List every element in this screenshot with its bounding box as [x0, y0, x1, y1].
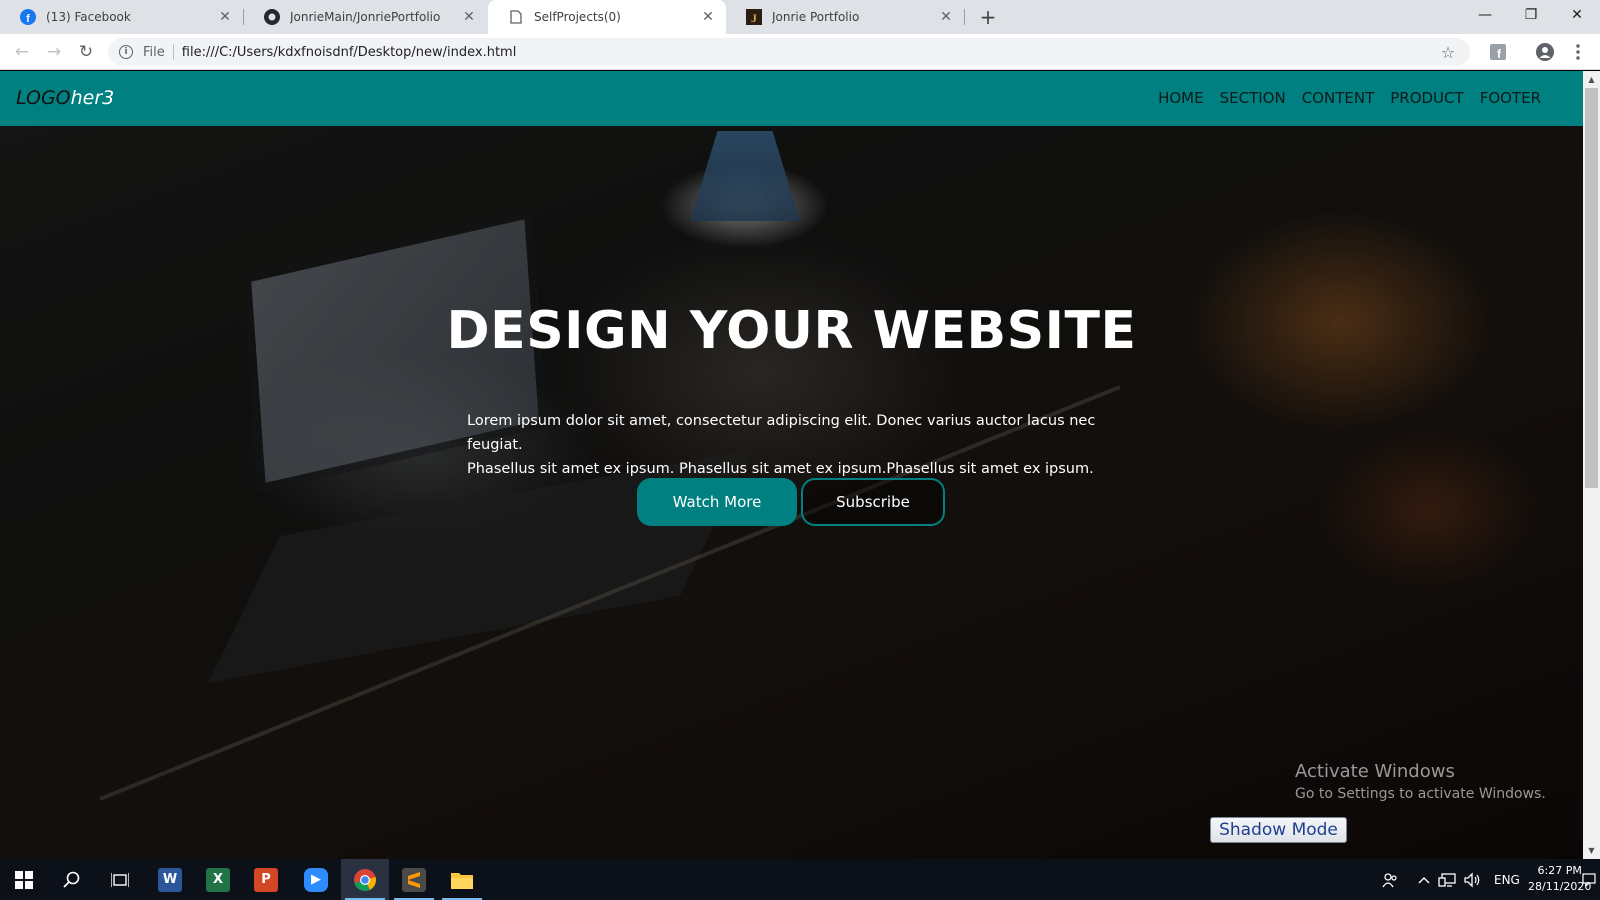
svg-text:f: f [26, 13, 30, 25]
powerpoint-icon[interactable]: P [242, 859, 290, 900]
tab-title: (13) Facebook [46, 10, 131, 24]
tab-title: SelfProjects(0) [534, 10, 621, 24]
hero-description-line: Phasellus sit amet ex ipsum. Phasellus s… [467, 461, 1094, 477]
logo-text-b: her3 [70, 87, 115, 109]
scheme-label: File [143, 44, 165, 60]
nav-home[interactable]: HOME [1158, 89, 1204, 107]
address-bar[interactable]: i File file:///C:/Users/kdxfnoisdnf/Desk… [108, 38, 1470, 66]
back-button[interactable]: ← [10, 40, 34, 64]
nav-product[interactable]: PRODUCT [1390, 89, 1463, 107]
scroll-up-arrow-icon[interactable]: ▲ [1583, 71, 1600, 88]
reload-button[interactable]: ↻ [74, 40, 98, 64]
tab-title: Jonrie Portfolio [772, 10, 860, 24]
activate-title: Activate Windows [1295, 761, 1455, 782]
hero-title: DESIGN YOUR WEBSITE [446, 301, 1137, 361]
minimize-button[interactable]: — [1462, 0, 1508, 30]
sublime-icon[interactable] [390, 859, 438, 900]
people-icon[interactable] [1382, 859, 1398, 900]
task-view-icon[interactable] [96, 859, 144, 900]
site-logo[interactable]: LOGOher3 [16, 87, 114, 109]
facebook-icon: f [20, 9, 36, 25]
volume-icon[interactable] [1464, 859, 1482, 900]
profile-icon[interactable] [1534, 41, 1556, 63]
start-icon[interactable] [0, 859, 48, 900]
tab-divider [964, 9, 965, 25]
tab-github[interactable]: JonrieMain/JonriePortfolio ✕ [244, 0, 487, 34]
scroll-down-arrow-icon[interactable]: ▼ [1583, 842, 1600, 859]
nav-section[interactable]: SECTION [1220, 89, 1286, 107]
page-viewport: LOGOher3 HOME SECTION CONTENT PRODUCT FO… [0, 71, 1583, 859]
tab-selfprojects[interactable]: SelfProjects(0) ✕ [488, 0, 726, 34]
portfolio-icon: J [746, 9, 762, 25]
tab-jonrie-portfolio[interactable]: J Jonrie Portfolio ✕ [726, 0, 964, 34]
hero-description-line: Lorem ipsum dolor sit amet, consectetur … [467, 413, 1096, 453]
extension-icon[interactable]: f [1487, 41, 1509, 63]
browser-toolbar: ← → ↻ i File file:///C:/Users/kdxfnoisdn… [0, 34, 1600, 70]
close-icon[interactable]: ✕ [700, 9, 716, 25]
omnibox-divider [172, 44, 174, 60]
network-icon[interactable] [1438, 859, 1456, 900]
menu-kebab-icon[interactable] [1567, 41, 1589, 63]
language-indicator[interactable]: ENG [1494, 859, 1520, 900]
info-icon[interactable]: i [119, 45, 133, 59]
subscribe-button[interactable]: Subscribe [801, 478, 945, 526]
activate-windows-watermark: Activate Windows Go to Settings to activ… [1295, 761, 1546, 802]
nav-links: HOME SECTION CONTENT PRODUCT FOOTER [1158, 89, 1541, 107]
svg-text:J: J [751, 11, 757, 25]
github-icon [264, 9, 280, 25]
close-icon[interactable]: ✕ [217, 9, 233, 25]
close-icon[interactable]: ✕ [461, 9, 477, 25]
scroll-thumb[interactable] [1585, 88, 1598, 488]
activate-subtitle: Go to Settings to activate Windows. [1295, 786, 1546, 802]
word-icon[interactable]: W [146, 859, 194, 900]
nav-footer[interactable]: FOOTER [1480, 89, 1541, 107]
nav-content[interactable]: CONTENT [1302, 89, 1375, 107]
tab-title: JonrieMain/JonriePortfolio [290, 10, 441, 24]
new-tab-button[interactable]: + [976, 5, 1000, 29]
close-window-button[interactable]: ✕ [1554, 0, 1600, 30]
hero-description: Lorem ipsum dolor sit amet, consectetur … [467, 409, 1127, 481]
windows-taskbar: W X P ▶ ENG 6:27 PM 28/11/2020 [0, 859, 1600, 900]
shadow-mode-button[interactable]: Shadow Mode [1210, 817, 1347, 843]
zoom-icon[interactable]: ▶ [292, 859, 340, 900]
watch-more-button[interactable]: Watch More [637, 478, 797, 526]
page-icon [508, 9, 524, 25]
search-icon[interactable] [48, 859, 96, 900]
page-scrollbar[interactable]: ▲ ▼ [1583, 71, 1600, 859]
site-navbar: LOGOher3 HOME SECTION CONTENT PRODUCT FO… [0, 71, 1583, 126]
file-explorer-icon[interactable] [438, 859, 486, 900]
close-icon[interactable]: ✕ [938, 9, 954, 25]
logo-text-a: LOGO [16, 87, 71, 109]
bookmark-star-icon[interactable]: ☆ [1438, 43, 1458, 62]
excel-icon[interactable]: X [194, 859, 242, 900]
tab-facebook[interactable]: f (13) Facebook ✕ [0, 0, 243, 34]
restore-button[interactable]: ❐ [1508, 0, 1554, 30]
chevron-up-icon[interactable] [1418, 859, 1430, 900]
forward-button[interactable]: → [42, 40, 66, 64]
url-text[interactable]: file:///C:/Users/kdxfnoisdnf/Desktop/new… [182, 45, 1438, 60]
notification-icon[interactable] [1582, 859, 1596, 900]
chrome-icon[interactable] [341, 859, 389, 900]
tab-strip: f (13) Facebook ✕ JonrieMain/JonriePortf… [0, 0, 1600, 34]
